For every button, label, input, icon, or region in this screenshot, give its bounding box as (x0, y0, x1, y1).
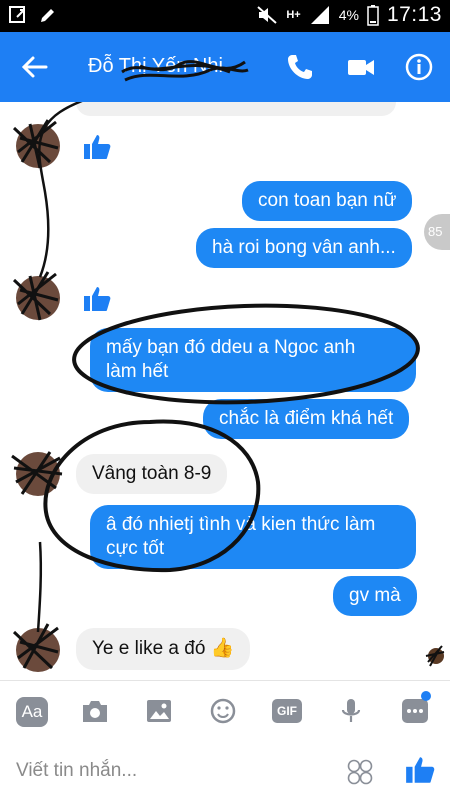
more-options-icon[interactable] (400, 697, 430, 725)
avatar[interactable] (16, 276, 60, 320)
clock: 17:13 (386, 3, 442, 26)
camera-icon[interactable] (80, 697, 110, 725)
message-bubble[interactable]: chắc là điểm khá hết (203, 399, 410, 439)
message-text: hà roi bong vân anh... (212, 237, 396, 258)
message-composer[interactable]: Viết tin nhắn... (0, 740, 450, 800)
gif-button[interactable]: GIF (272, 699, 302, 723)
message-bubble[interactable]: Ye e like a đó 👍 (76, 628, 251, 670)
text-style-button[interactable]: Aa (16, 697, 48, 727)
seen-counter-badge: 85 (424, 214, 450, 250)
phone-icon[interactable] (285, 52, 315, 82)
microphone-icon[interactable] (336, 697, 366, 725)
message-bubble[interactable]: Vâng toàn 8-9 (76, 454, 228, 494)
battery-icon (367, 5, 379, 26)
message-bubble[interactable]: mấy bạn đó ddeu a Ngoc anh làm hết (90, 328, 416, 392)
avatar[interactable] (16, 452, 60, 496)
message-text-line2: làm hết (106, 361, 169, 382)
battery-percent: 4% (338, 7, 359, 23)
network-type: H+ (286, 9, 301, 21)
name-scribble (121, 60, 249, 82)
message-list[interactable]: con toan bạn nữ hà roi bong vân anh... 8… (0, 102, 450, 680)
like-thumb-icon (84, 287, 111, 311)
message-input-placeholder[interactable]: Viết tin nhắn... (16, 760, 137, 782)
sticker-icon[interactable] (346, 758, 374, 786)
mute-icon (257, 6, 277, 24)
message-text: â đó nhietj tình và kien thức làm (106, 514, 376, 535)
video-call-icon[interactable] (346, 52, 376, 82)
status-bar: H+ 4% 17:13 (0, 0, 450, 32)
message-bubble[interactable]: hà roi bong vân anh... (196, 228, 412, 268)
message-text: mấy bạn đó ddeu a Ngoc anh (106, 337, 356, 358)
notification-dot (421, 691, 431, 701)
conversation-header: Đỗ Thị Yến Nhi (0, 32, 450, 102)
message-text: gv mà (349, 585, 401, 606)
message-bubble[interactable]: con toan bạn nữ (242, 181, 413, 221)
info-icon[interactable] (404, 52, 434, 82)
pencil-icon (41, 9, 54, 22)
message-text: con toan bạn nữ (258, 190, 397, 211)
back-arrow-icon[interactable] (20, 52, 50, 82)
avatar[interactable] (16, 628, 60, 672)
like-thumb-icon (84, 135, 111, 159)
message-text: Vâng toàn 8-9 (92, 463, 212, 484)
message-text: Ye e like a đó (92, 638, 206, 659)
emoji-icon[interactable] (208, 697, 238, 725)
read-receipt-avatar-icon (425, 645, 445, 667)
message-bubble-partial (76, 102, 396, 116)
composer-toolbar: Aa GIF (0, 680, 450, 740)
screenshot-icon (9, 6, 25, 23)
send-like-icon[interactable] (404, 754, 436, 786)
message-text-line2: cực tốt (106, 538, 165, 559)
signal-icon (310, 6, 329, 24)
message-text: chắc là điểm khá hết (219, 408, 394, 429)
message-bubble[interactable]: gv mà (333, 576, 417, 616)
message-bubble[interactable]: â đó nhietj tình và kien thức làm cực tố… (90, 505, 416, 569)
gallery-icon[interactable] (144, 697, 174, 725)
avatar[interactable] (16, 124, 60, 168)
thumbs-up-emoji-icon: 👍 (210, 638, 235, 659)
